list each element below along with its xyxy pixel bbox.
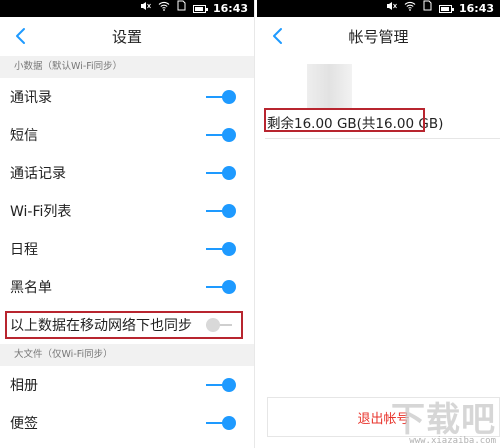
divider xyxy=(265,138,500,139)
sync-item-notes[interactable]: 便签 xyxy=(0,404,254,442)
wifi-icon xyxy=(404,0,416,17)
watermark-text: 下载吧 xyxy=(391,400,496,440)
watermark-logo: 下载吧 www.xiazaiba.com xyxy=(391,401,496,446)
status-bar: 16:43 xyxy=(257,0,500,17)
page-title: 设置 xyxy=(111,27,142,46)
toggle-switch-icon[interactable] xyxy=(206,280,236,294)
toggle-switch-icon[interactable] xyxy=(206,166,236,180)
toggle-switch-icon[interactable] xyxy=(206,90,236,104)
nav-bar: 设置 xyxy=(0,17,254,55)
highlight-box xyxy=(264,108,425,132)
back-chevron-icon[interactable] xyxy=(265,23,289,49)
account-name-blurred xyxy=(307,64,352,109)
nav-bar: 帐号管理 xyxy=(257,17,500,55)
status-time: 16:43 xyxy=(458,2,494,15)
toggle-switch-icon[interactable] xyxy=(206,378,236,392)
back-chevron-icon[interactable] xyxy=(8,23,32,49)
battery-icon xyxy=(192,4,208,13)
mute-icon xyxy=(386,0,397,17)
sync-item-call-log[interactable]: 通话记录 xyxy=(0,154,254,192)
battery-icon xyxy=(438,4,454,13)
section-header-large-files: 大文件（仅Wi-Fi同步） xyxy=(0,344,254,366)
settings-screen: 16:43 设置 小数据（默认Wi-Fi同步） 通讯录 短信 通话记录 Wi-F… xyxy=(0,0,254,448)
toggle-switch-icon[interactable] xyxy=(206,128,236,142)
sync-item-album[interactable]: 相册 xyxy=(0,366,254,404)
sim-icon xyxy=(177,0,186,17)
wifi-icon xyxy=(158,0,170,17)
sim-icon xyxy=(423,0,432,17)
toggle-switch-icon[interactable] xyxy=(206,242,236,256)
sync-item-wifi-list[interactable]: Wi-Fi列表 xyxy=(0,192,254,230)
mute-icon xyxy=(140,0,151,17)
sync-item-blacklist[interactable]: 黑名单 xyxy=(0,268,254,306)
status-time: 16:43 xyxy=(212,2,248,15)
highlight-box xyxy=(5,311,243,339)
sync-item-sms[interactable]: 短信 xyxy=(0,116,254,154)
toggle-switch-icon[interactable] xyxy=(206,416,236,430)
section-header-small-data: 小数据（默认Wi-Fi同步） xyxy=(0,56,254,78)
account-management-screen: 16:43 帐号管理 剩余16.00 GB(共16.00 GB) 退出帐号 下载… xyxy=(257,0,500,448)
sync-item-calendar[interactable]: 日程 xyxy=(0,230,254,268)
page-title: 帐号管理 xyxy=(348,27,409,46)
sync-item-contacts[interactable]: 通讯录 xyxy=(0,78,254,116)
status-bar: 16:43 xyxy=(0,0,254,17)
toggle-switch-icon[interactable] xyxy=(206,204,236,218)
